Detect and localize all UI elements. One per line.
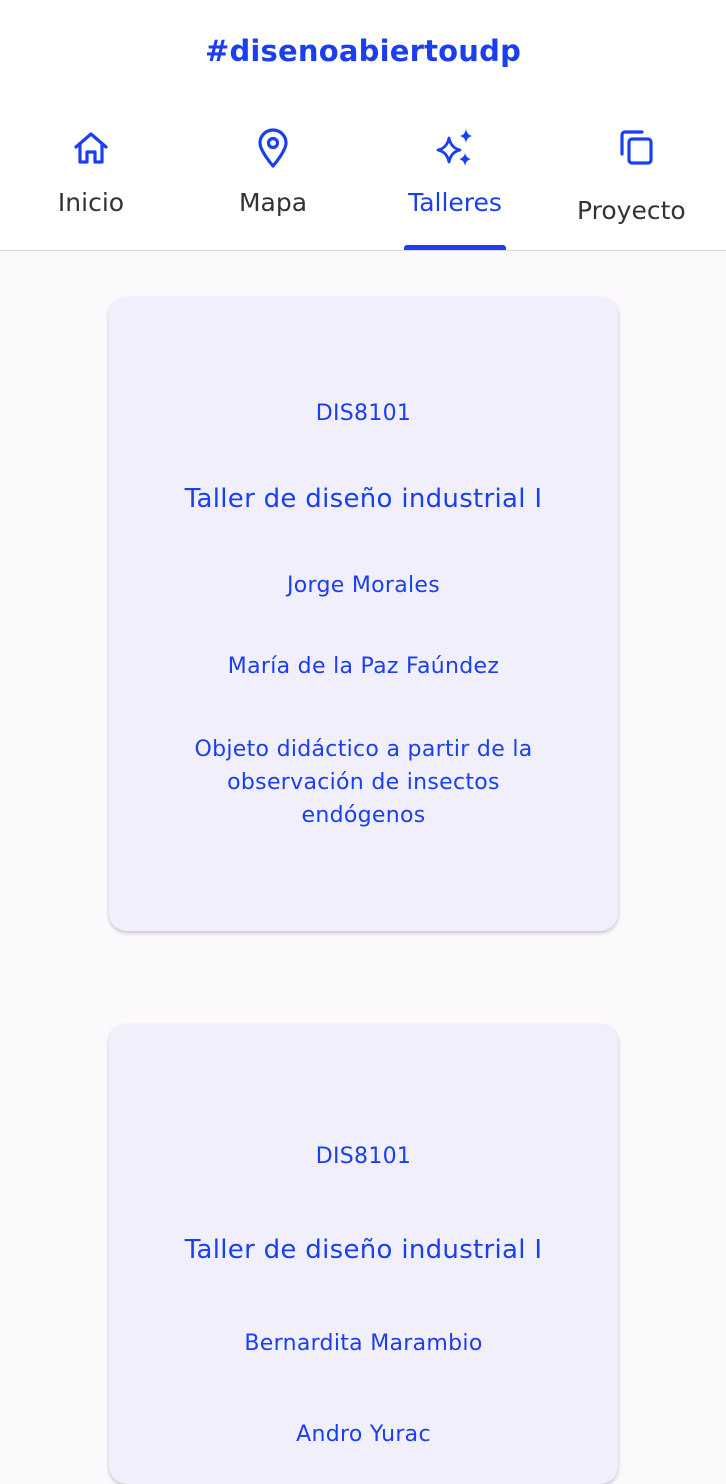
tab-proyectos[interactable]: Proyecto xyxy=(546,122,726,250)
project-description-line: Objeto didáctico a partir de la xyxy=(194,737,533,762)
teacher-name: Andro Yurac xyxy=(296,1422,431,1447)
tab-talleres-label: Talleres xyxy=(408,188,502,217)
course-title: Taller de diseño industrial I xyxy=(184,484,543,514)
tab-inicio-label: Inicio xyxy=(57,188,125,217)
project-description-line: endógenos xyxy=(301,803,426,828)
tab-mapa-label: Mapa xyxy=(238,188,308,217)
tab-proyectos-label: Proyecto xyxy=(577,196,686,225)
tab-talleres[interactable]: Talleres xyxy=(364,122,546,250)
app-title: #disenoabiertoudp xyxy=(204,34,522,68)
course-code: DIS8101 xyxy=(315,1144,412,1169)
workshop-card[interactable]: DIS8101 Taller de diseño industrial I Jo… xyxy=(109,297,618,931)
workshop-card[interactable]: DIS8101 Taller de diseño industrial I Be… xyxy=(109,1024,618,1484)
tab-mapa[interactable]: Mapa xyxy=(182,122,364,250)
course-title: Taller de diseño industrial I xyxy=(184,1235,543,1265)
tab-inicio[interactable]: Inicio xyxy=(0,122,182,250)
copy-icon xyxy=(620,130,653,165)
map-pin-icon xyxy=(258,128,288,168)
sparkles-icon xyxy=(436,129,472,166)
app-header: #disenoabiertoudp Inicio Mapa Talleres P… xyxy=(0,0,726,251)
home-icon xyxy=(74,132,108,164)
teacher-name: Bernardita Marambio xyxy=(244,1331,483,1356)
teacher-name: María de la Paz Faúndez xyxy=(227,654,500,679)
teacher-name: Jorge Morales xyxy=(286,573,441,598)
active-tab-indicator xyxy=(404,245,506,250)
project-description-line: observación de insectos xyxy=(227,770,500,795)
course-code: DIS8101 xyxy=(315,401,412,426)
